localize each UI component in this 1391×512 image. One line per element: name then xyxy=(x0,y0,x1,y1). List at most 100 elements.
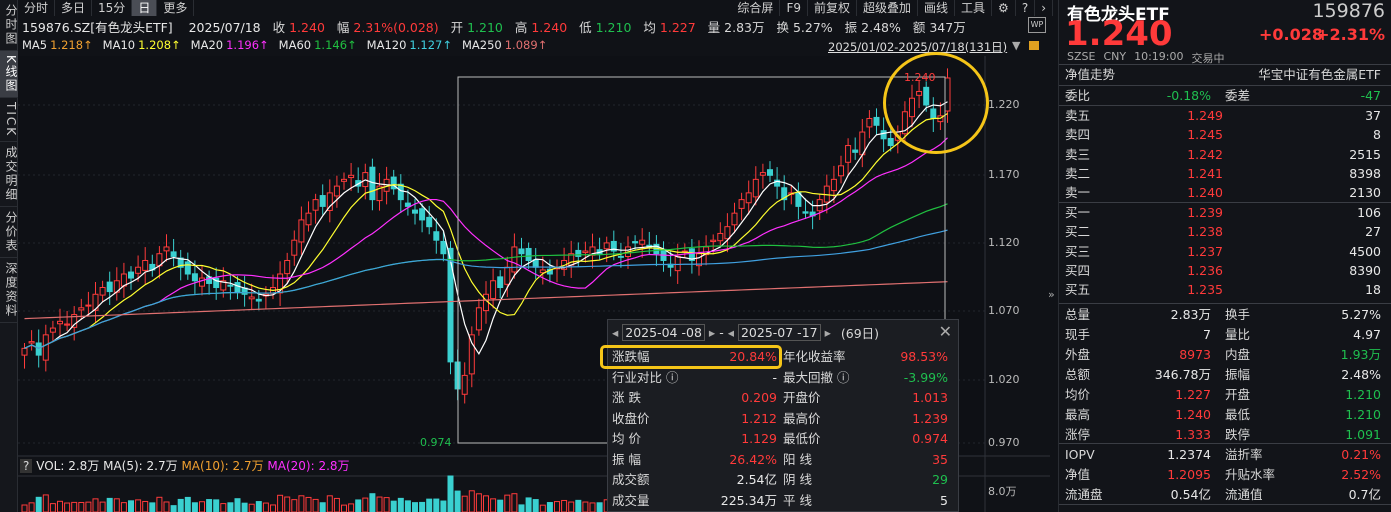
level-label: 买四 xyxy=(1065,262,1091,278)
level-label: 卖三 xyxy=(1065,146,1091,162)
candle-body xyxy=(461,374,468,395)
volume-bar xyxy=(149,502,156,512)
candle-body xyxy=(830,178,837,192)
stat-row: 成交额 2.54亿阴 线 29 xyxy=(612,470,954,490)
nav-trend-link[interactable]: 净值走势 xyxy=(1065,65,1115,84)
volume-bar xyxy=(447,475,454,512)
level-price: 1.249 xyxy=(1187,108,1223,123)
candle-body xyxy=(845,145,852,163)
stat-label: 升贴水率 xyxy=(1225,467,1276,482)
candle-body xyxy=(575,249,582,257)
stat-value: 0.54亿 xyxy=(1170,487,1211,502)
price-axis-label: 1.220 xyxy=(988,98,1020,111)
candle-body xyxy=(802,211,809,214)
next-start-arrow[interactable]: ▸ xyxy=(709,325,715,340)
volume-bar xyxy=(312,498,319,512)
end-date-input[interactable]: 2025-07 -17 xyxy=(737,324,821,341)
candle-body xyxy=(582,250,589,254)
stat-label: 成交量 xyxy=(612,492,650,508)
stat-row: 收盘价 1.212 最高价 1.239 xyxy=(612,409,954,429)
days-count: (69日) xyxy=(840,326,880,341)
candle-body xyxy=(255,298,262,302)
stat-label: 流通值 xyxy=(1225,487,1263,502)
stat-label: 量比 xyxy=(1225,327,1251,342)
prev-end-arrow[interactable]: ◂ xyxy=(728,325,734,340)
collapse-panel-icon[interactable]: » xyxy=(1048,288,1055,301)
candle-body xyxy=(866,118,873,128)
candle-body xyxy=(852,149,859,153)
level-volume: 4500 xyxy=(1349,243,1381,259)
stat-row: 成交量 225.34万平 线 5 xyxy=(612,491,954,511)
level-label: 卖一 xyxy=(1065,185,1091,201)
stat-row: 均 价 1.129 最低价 0.974 xyxy=(612,429,954,449)
stat-label: 换手 xyxy=(1225,307,1251,322)
volume-bar xyxy=(348,503,355,512)
candle-body xyxy=(397,183,404,201)
stat-value: 1.212 xyxy=(741,410,777,426)
selection-low-label: 0.974 xyxy=(420,436,452,449)
volume-bar xyxy=(35,496,42,512)
stat-value: 5 xyxy=(940,492,948,508)
candle-body xyxy=(128,271,134,279)
volume-bar xyxy=(199,501,205,512)
stat-row: 涨停 1.333 跌停 1.091 xyxy=(1065,425,1381,444)
candle-body xyxy=(341,178,347,182)
candle-body xyxy=(404,202,411,207)
volume-bar xyxy=(291,499,298,512)
volume-bar xyxy=(42,494,49,512)
volume-bar xyxy=(468,490,475,512)
volume-bar xyxy=(28,502,35,512)
stat-row: 均价 1.227 开盘 1.210 xyxy=(1065,385,1381,404)
volume-bar xyxy=(589,502,596,512)
candle-body xyxy=(35,342,42,356)
stat-label: 最低价 xyxy=(783,431,821,446)
candle-body xyxy=(887,138,894,147)
stat-row: 总量 2.83万 换手 5.27% xyxy=(1065,305,1381,324)
level-volume: 8398 xyxy=(1349,165,1381,181)
order-book-row: 买二 1.238 27 xyxy=(1065,222,1381,241)
weibi-label: 委比 xyxy=(1065,88,1091,103)
candle-body xyxy=(348,174,355,179)
close-icon[interactable]: ✕ xyxy=(939,322,952,341)
volume-bar xyxy=(213,499,220,512)
volume-bar xyxy=(376,496,383,512)
volume-bar xyxy=(362,497,369,512)
start-date-input[interactable]: 2025-04 -08 xyxy=(622,324,705,341)
price-axis-label: 0.970 xyxy=(988,436,1020,449)
stat-label: IOPV xyxy=(1065,447,1095,462)
price-axis-label: 1.120 xyxy=(988,236,1020,249)
date-separator: - xyxy=(719,325,724,340)
level-price: 1.239 xyxy=(1187,205,1223,220)
stat-label: 最大回撤 ⓘ xyxy=(783,369,850,385)
stat-value: 225.34万 xyxy=(720,492,777,508)
level-volume: 37 xyxy=(1365,108,1381,123)
candle-body xyxy=(475,307,482,331)
candle-body xyxy=(284,259,291,275)
volume-bar xyxy=(539,504,546,512)
stat-value: 346.78万 xyxy=(1154,367,1211,382)
order-book-row: 买三 1.237 4500 xyxy=(1065,242,1381,261)
stat-row: 净值 1.2095 升贴水率 2.52% xyxy=(1065,465,1381,484)
stat-row: 外盘 8973 内盘 1.93万 xyxy=(1065,345,1381,364)
volume-bar xyxy=(305,496,312,512)
order-book-row: 买四 1.236 8390 xyxy=(1065,261,1381,280)
level-label: 买一 xyxy=(1065,205,1091,220)
stat-label: 成交额 xyxy=(612,472,650,487)
volume-bar xyxy=(483,495,489,512)
volume-bar xyxy=(255,501,262,512)
volume-bar xyxy=(518,504,525,512)
prev-start-arrow[interactable]: ◂ xyxy=(612,325,618,340)
help-button[interactable]: ? xyxy=(20,459,33,473)
stat-value: 1.210 xyxy=(1345,407,1381,422)
stat-value: 1.091 xyxy=(1345,427,1381,442)
next-end-arrow[interactable]: ▸ xyxy=(825,325,831,340)
stat-label: 阴 线 xyxy=(783,472,812,487)
stat-value: 2.54亿 xyxy=(736,472,777,487)
level-label: 卖四 xyxy=(1065,127,1091,143)
stat-label: 开盘 xyxy=(1225,387,1251,402)
volume-bar xyxy=(135,499,142,512)
stat-value: 1.227 xyxy=(1175,387,1211,402)
interval-stats-popup: ◂ 2025-04 -08 ▸ - ◂ 2025-07 -17 ▸ (69日) … xyxy=(600,319,959,512)
stat-label: 外盘 xyxy=(1065,347,1091,362)
candle-body xyxy=(873,116,880,126)
